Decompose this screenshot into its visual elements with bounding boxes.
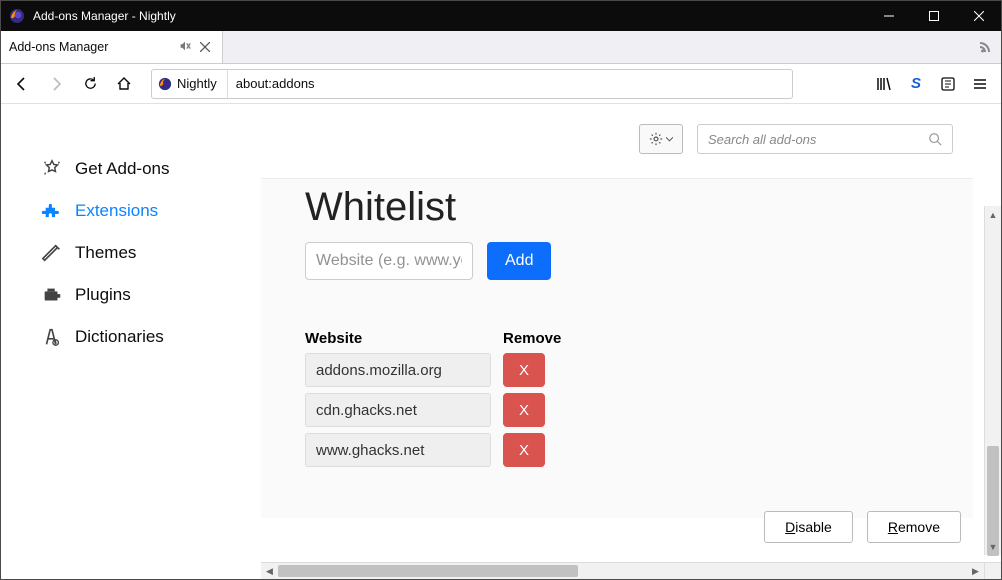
tab-label: Add-ons Manager bbox=[9, 40, 178, 54]
sidebar-item-label: Extensions bbox=[75, 201, 158, 221]
reader-view-button[interactable] bbox=[933, 69, 963, 99]
sidebar-item-extensions[interactable]: Extensions bbox=[41, 190, 261, 232]
table-row: cdn.ghacks.net X bbox=[305, 393, 943, 427]
tab-mute-icon[interactable] bbox=[178, 39, 192, 56]
sidebar-item-label: Themes bbox=[75, 243, 136, 263]
themes-icon bbox=[41, 242, 63, 264]
column-header-website: Website bbox=[305, 330, 503, 347]
sidebar-item-get-addons[interactable]: Get Add-ons bbox=[41, 148, 261, 190]
tab-strip: Add-ons Manager bbox=[1, 31, 1001, 64]
chevron-down-icon bbox=[666, 137, 673, 142]
whitelist-table: Website Remove addons.mozilla.org X cdn.… bbox=[305, 330, 943, 467]
category-sidebar: Get Add-ons Extensions Themes Plugins Di… bbox=[1, 104, 261, 579]
sidebar-item-label: Get Add-ons bbox=[75, 159, 170, 179]
horizontal-scrollbar[interactable]: ◀ ▶ bbox=[261, 562, 984, 579]
vertical-scrollbar[interactable]: ▲ ▼ bbox=[984, 206, 1001, 555]
browser-tab[interactable]: Add-ons Manager bbox=[1, 31, 223, 63]
plugins-icon bbox=[41, 284, 63, 306]
forward-button[interactable] bbox=[41, 69, 71, 99]
website-cell: www.ghacks.net bbox=[305, 433, 491, 467]
firefox-nightly-icon bbox=[9, 8, 25, 24]
disable-button[interactable]: Disable bbox=[764, 511, 853, 543]
dictionaries-icon bbox=[41, 326, 63, 348]
rss-icon[interactable] bbox=[977, 39, 993, 58]
website-input[interactable] bbox=[305, 242, 473, 280]
gear-icon bbox=[649, 132, 663, 146]
table-row: www.ghacks.net X bbox=[305, 433, 943, 467]
search-icon bbox=[928, 132, 942, 146]
sidebar-item-themes[interactable]: Themes bbox=[41, 232, 261, 274]
scroll-down-arrow[interactable]: ▼ bbox=[985, 538, 1001, 555]
scroll-right-arrow[interactable]: ▶ bbox=[967, 563, 984, 579]
panel-heading: Whitelist bbox=[305, 185, 943, 230]
scroll-up-arrow[interactable]: ▲ bbox=[985, 206, 1001, 223]
firefox-nightly-icon bbox=[158, 77, 172, 91]
addons-content: Get Add-ons Extensions Themes Plugins Di… bbox=[1, 104, 1001, 579]
search-addons-input[interactable]: Search all add-ons bbox=[697, 124, 953, 154]
tab-close-button[interactable] bbox=[196, 38, 214, 57]
add-button[interactable]: Add bbox=[487, 242, 551, 280]
website-cell: cdn.ghacks.net bbox=[305, 393, 491, 427]
column-header-remove: Remove bbox=[503, 330, 561, 347]
horizontal-scroll-thumb[interactable] bbox=[278, 565, 578, 577]
sidebar-item-label: Plugins bbox=[75, 285, 131, 305]
get-addons-icon bbox=[41, 158, 63, 180]
search-placeholder: Search all add-ons bbox=[708, 132, 928, 147]
address-bar[interactable]: Nightly about:addons bbox=[151, 69, 793, 99]
url-text: about:addons bbox=[228, 76, 792, 91]
scroll-left-arrow[interactable]: ◀ bbox=[261, 563, 278, 579]
reload-button[interactable] bbox=[75, 69, 105, 99]
remove-button[interactable]: Remove bbox=[867, 511, 961, 543]
identity-box[interactable]: Nightly bbox=[152, 70, 228, 98]
window-maximize-button[interactable] bbox=[911, 1, 956, 31]
app-menu-button[interactable] bbox=[965, 69, 995, 99]
remove-row-button[interactable]: X bbox=[503, 433, 545, 467]
window-minimize-button[interactable] bbox=[866, 1, 911, 31]
table-row: addons.mozilla.org X bbox=[305, 353, 943, 387]
remove-row-button[interactable]: X bbox=[503, 393, 545, 427]
scroll-corner bbox=[984, 562, 1001, 579]
sidebar-item-dictionaries[interactable]: Dictionaries bbox=[41, 316, 261, 358]
identity-label: Nightly bbox=[177, 76, 217, 91]
window-title: Add-ons Manager - Nightly bbox=[33, 9, 176, 23]
window-close-button[interactable] bbox=[956, 1, 1001, 31]
library-button[interactable] bbox=[869, 69, 899, 99]
remove-row-button[interactable]: X bbox=[503, 353, 545, 387]
website-cell: addons.mozilla.org bbox=[305, 353, 491, 387]
sidebar-item-plugins[interactable]: Plugins bbox=[41, 274, 261, 316]
stylus-icon[interactable]: S bbox=[901, 69, 931, 99]
window-titlebar: Add-ons Manager - Nightly bbox=[1, 1, 1001, 31]
back-button[interactable] bbox=[7, 69, 37, 99]
sidebar-item-label: Dictionaries bbox=[75, 327, 164, 347]
extension-options-panel: Whitelist Add Website Remove addons.mozi… bbox=[261, 178, 973, 518]
nav-toolbar: Nightly about:addons S bbox=[1, 64, 1001, 104]
tools-menu-button[interactable] bbox=[639, 124, 683, 154]
home-button[interactable] bbox=[109, 69, 139, 99]
main-panel: Search all add-ons Whitelist Add Website… bbox=[261, 104, 1001, 579]
extensions-icon bbox=[41, 200, 63, 222]
